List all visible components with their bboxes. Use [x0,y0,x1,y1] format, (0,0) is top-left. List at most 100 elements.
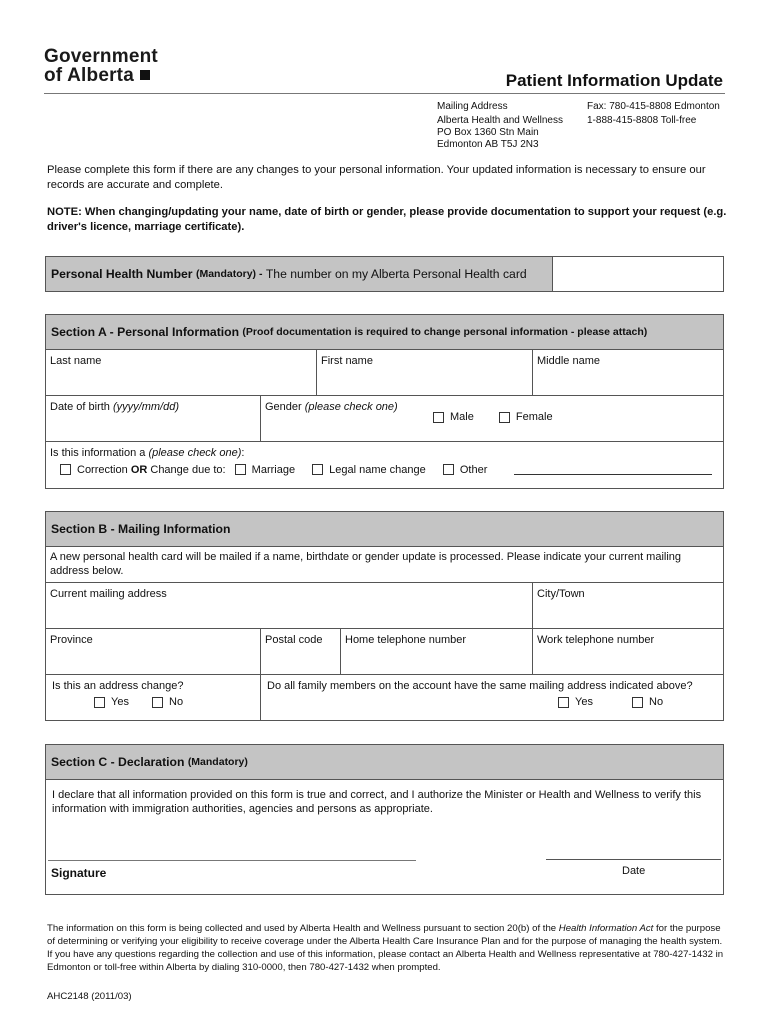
section-b: Section B - Mailing Information A new pe… [45,511,724,721]
section-b-notice: A new personal health card will be maile… [46,547,723,582]
yes-label: Yes [575,696,593,708]
section-b-notice-text: A new personal health card will be maile… [50,551,682,577]
phn-description: The number on my Alberta Personal Health… [265,267,527,281]
address-change-yes-checkbox[interactable]: Yes [94,696,129,708]
address-change-label: Is this an address change? [52,680,184,692]
dob-label: Date of birth [50,401,110,413]
fax-number: Fax: 780-415-8808 Edmonton [587,101,720,112]
marriage-label: Marriage [251,463,296,476]
logo-square-icon [139,70,150,80]
other-checkbox[interactable]: Other [442,463,488,476]
gender-field: Gender (please check one) Male Female [261,396,723,441]
header-divider [44,93,725,94]
phn-mandatory: (Mandatory) - [195,268,263,280]
section-a-title: Section A - Personal Information [51,325,240,339]
city-label: City/Town [537,588,585,600]
address-line: Edmonton AB T5J 2N3 [437,139,539,150]
section-c-mandatory: (Mandatory) [187,756,248,768]
family-same-address-field: Do all family members on the account hav… [261,675,723,720]
dob-hint: (yyyy/mm/dd) [112,401,179,413]
other-reason-input[interactable] [514,462,713,475]
gender-male-checkbox[interactable]: Male [433,411,474,423]
gender-female-checkbox[interactable]: Female [498,411,553,423]
checkbox-icon[interactable] [94,696,105,708]
middle-name-field[interactable]: Middle name [533,350,723,395]
address-change-no-checkbox[interactable]: No [152,696,183,708]
date-of-birth-field[interactable]: Date of birth (yyyy/mm/dd) [46,396,261,441]
postal-code-label: Postal code [265,634,323,646]
mailing-address-label: Current mailing address [50,588,167,600]
phn-input[interactable] [552,257,723,291]
checkbox-icon[interactable] [632,696,644,708]
info-type-field: Is this information a (please check one)… [46,442,723,488]
no-label: No [169,696,184,708]
mailing-address-field[interactable]: Current mailing address [46,583,533,628]
address-line: Mailing Address [437,101,508,112]
change-due-label: Change due to: [150,463,226,476]
checkbox-icon[interactable] [498,411,510,423]
other-label: Other [459,463,488,476]
section-b-header: Section B - Mailing Information [46,512,723,547]
last-name-label: Last name [50,355,102,367]
home-phone-label: Home telephone number [345,634,467,646]
signature-line[interactable] [48,860,416,861]
date-label: Date [622,865,646,877]
section-c: Section C - Declaration (Mandatory) I de… [45,744,724,895]
last-name-field[interactable]: Last name [46,350,317,395]
first-name-label: First name [321,355,373,367]
province-label: Province [50,634,93,646]
correction-label: Correction [77,463,128,476]
gender-hint: (please check one) [304,401,398,413]
checkbox-icon[interactable] [152,696,164,708]
work-phone-field[interactable]: Work telephone number [533,629,723,674]
address-line: Alberta Health and Wellness [437,115,563,126]
intro-text: Please complete this form if there are a… [47,164,706,191]
legal-name-change-checkbox[interactable]: Legal name change [312,464,426,476]
date-line[interactable] [546,859,721,860]
form-title: Patient Information Update [505,71,723,90]
phn-box: Personal Health Number (Mandatory) - The… [45,256,724,292]
note-text: NOTE: When changing/updating your name, … [47,206,727,233]
address-change-field: Is this an address change? Yes No [46,675,261,720]
checkbox-icon[interactable] [433,411,444,423]
checkbox-icon[interactable] [312,464,324,475]
checkbox-icon[interactable] [60,464,71,475]
form-code: AHC2148 (2011/03) [47,991,132,1002]
first-name-field[interactable]: First name [317,350,533,395]
info-type-label: Is this information a [50,447,146,459]
section-c-header: Section C - Declaration (Mandatory) [46,745,723,780]
mailing-address: Mailing Address Alberta Health and Welln… [437,99,563,151]
or-label: OR [130,463,148,476]
home-phone-field[interactable]: Home telephone number [341,629,533,674]
toll-free-number: 1-888-415-8808 Toll-free [587,115,697,126]
signature-label: Signature [51,866,107,880]
male-label: Male [450,411,474,423]
government-of-alberta-logo: Government of Alberta [44,47,158,85]
logo-line-2: of Alberta [44,65,134,86]
marriage-checkbox[interactable]: Marriage [234,463,296,476]
gender-label: Gender [265,401,302,413]
address-line: PO Box 1360 Stn Main [437,127,539,138]
contact-numbers: Fax: 780-415-8808 Edmonton 1-888-415-880… [587,99,720,127]
section-a: Section A - Personal Information (Proof … [45,314,724,489]
postal-code-field[interactable]: Postal code [261,629,341,674]
checkbox-icon[interactable] [234,464,246,475]
section-a-header: Section A - Personal Information (Proof … [46,315,723,350]
section-c-title: Section C - Declaration [51,755,185,769]
yes-label: Yes [111,696,129,708]
correction-checkbox[interactable]: Correction OR Change due to: [60,464,226,476]
info-type-hint: (please check one) [148,447,242,459]
no-label: No [649,696,664,708]
family-same-no-checkbox[interactable]: No [632,696,663,708]
legal-name-change-label: Legal name change [329,463,426,476]
family-same-yes-checkbox[interactable]: Yes [558,696,593,708]
work-phone-label: Work telephone number [537,634,655,646]
middle-name-label: Middle name [537,355,600,367]
province-field[interactable]: Province [46,629,261,674]
city-field[interactable]: City/Town [533,583,723,628]
privacy-notice: The information on this form is being co… [47,922,727,974]
section-a-subtitle: (Proof documentation is required to chan… [242,326,648,338]
phn-title: Personal Health Number [51,267,193,281]
checkbox-icon[interactable] [558,696,569,708]
checkbox-icon[interactable] [442,464,454,475]
